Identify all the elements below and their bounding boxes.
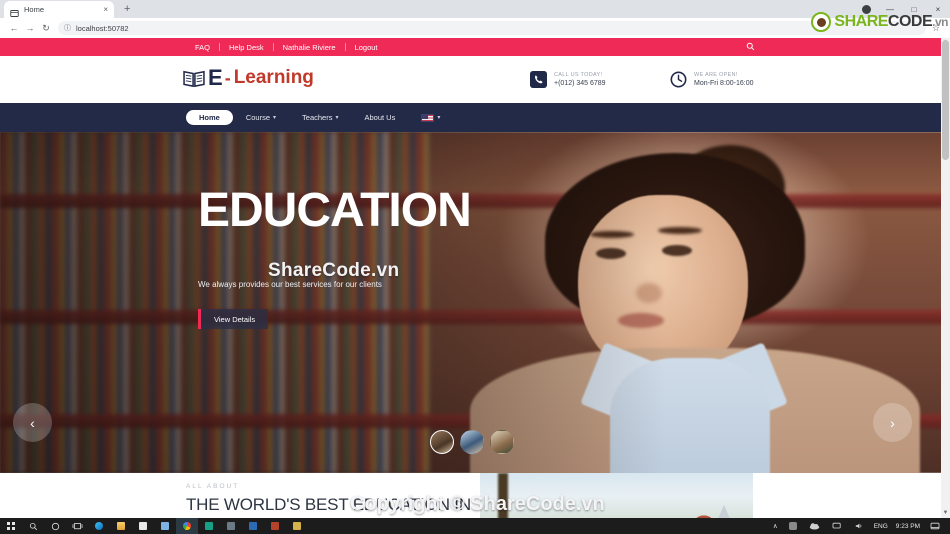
site-info-icon[interactable]: ⓘ — [64, 23, 71, 33]
settings-icon[interactable] — [220, 518, 242, 534]
slider-thumb-3[interactable] — [490, 430, 514, 454]
edge-icon[interactable] — [88, 518, 110, 534]
tab-title: Home — [24, 5, 45, 14]
site-logo[interactable]: E - Learning — [182, 65, 314, 91]
notepad-icon[interactable] — [286, 518, 308, 534]
utility-link-faq[interactable]: FAQ — [186, 43, 219, 52]
chevron-down-icon: ▾ — [437, 115, 441, 121]
hero-title: EDUCATION — [198, 184, 472, 237]
tray-chevron-icon[interactable]: ∧ — [769, 522, 782, 530]
windows-taskbar: ∧ ENG 9:23 PM — [0, 518, 950, 534]
book-icon — [182, 69, 206, 88]
new-tab-button[interactable]: + — [124, 3, 130, 15]
slider-prev-arrow[interactable]: ‹ — [13, 403, 52, 442]
slider-thumbnails — [430, 430, 514, 454]
reload-button[interactable]: ↻ — [38, 20, 54, 36]
sharecode-mark-icon — [811, 12, 832, 32]
start-button-icon[interactable] — [0, 518, 22, 534]
store-icon[interactable] — [132, 518, 154, 534]
contact-phone-value: +(012) 345 6789 — [554, 80, 606, 87]
file-explorer-icon[interactable] — [110, 518, 132, 534]
tab-close-icon[interactable]: × — [103, 5, 108, 14]
utility-link-logout[interactable]: Logout — [346, 43, 387, 52]
clock-icon — [670, 71, 687, 88]
nav-item-label: Teachers — [302, 113, 333, 122]
logo-text-learning: Learning — [233, 67, 314, 88]
back-button[interactable]: ← — [6, 20, 22, 36]
network-icon[interactable] — [826, 518, 848, 534]
watermark-copyright: Copyright © ShareCode.vn — [350, 493, 605, 515]
address-bar-url: localhost:50782 — [76, 23, 129, 33]
volume-icon[interactable] — [848, 518, 870, 534]
nav-item-home[interactable]: Home — [186, 110, 233, 125]
hero-content: EDUCATION We always provides our best se… — [198, 184, 472, 329]
notification-icon[interactable] — [924, 518, 946, 534]
slider-thumb-2[interactable] — [460, 430, 484, 454]
nav-item-label: About Us — [364, 113, 396, 122]
nav-item-course[interactable]: Course ▾ — [233, 110, 289, 125]
scroll-down-arrow-icon[interactable]: ▼ — [941, 509, 950, 518]
site-header: E - Learning CALL US TODAY! +(012) 345 6… — [0, 56, 950, 103]
browser-toolbar: ← → ↻ ⓘ localhost:50782 ☆ — [0, 18, 950, 38]
about-eyebrow: ALL ABOUT — [186, 483, 240, 490]
hero-slider: ShareCode.vn EDUCATION We always provide… — [0, 132, 950, 473]
chrome-icon[interactable] — [176, 518, 198, 534]
tab-favicon-icon — [10, 5, 19, 17]
address-bar[interactable]: ⓘ localhost:50782 — [58, 21, 926, 35]
page-scrollbar[interactable]: ▲ ▼ — [941, 38, 950, 518]
logo-dash: - — [224, 67, 231, 88]
nav-item-label: Course — [245, 113, 271, 122]
contact-phone: CALL US TODAY! +(012) 345 6789 — [530, 71, 606, 88]
browser-window: Home × + — □ × ← → ↻ ⓘ localhost:50782 ☆… — [0, 0, 950, 518]
word-icon[interactable] — [264, 518, 286, 534]
search-icon[interactable] — [22, 518, 44, 534]
main-navigation: Home Course ▾ Teachers ▾ About Us ▾ — [0, 103, 950, 132]
view-details-button[interactable]: View Details — [198, 309, 269, 329]
contact-hours: WE ARE OPEN! Mon-Fri 8:00-16:00 — [670, 71, 754, 88]
clock[interactable]: 9:23 PM — [892, 523, 924, 530]
slider-thumb-1[interactable] — [430, 430, 454, 454]
sharecode-share-text: SHARE — [834, 13, 888, 30]
task-view-icon[interactable] — [66, 518, 88, 534]
visual-studio-icon[interactable] — [198, 518, 220, 534]
language-indicator[interactable]: ENG — [870, 523, 892, 530]
chevron-down-icon: ▾ — [273, 115, 277, 121]
language-selector[interactable]: ▾ — [408, 110, 453, 125]
sharecode-logo: SHARECODE.vn — [811, 12, 948, 32]
chevron-down-icon: ▾ — [335, 115, 339, 121]
forward-button[interactable]: → — [22, 20, 38, 36]
nav-item-label: Home — [199, 113, 220, 122]
page-viewport: FAQ Help Desk Nathalie Riviere Logout E … — [0, 38, 950, 518]
sharecode-code-text: CODE — [887, 13, 933, 30]
sql-icon[interactable] — [242, 518, 264, 534]
nav-item-teachers[interactable]: Teachers ▾ — [289, 110, 351, 125]
onedrive-icon[interactable] — [782, 518, 804, 534]
watermark-sharecode: ShareCode.vn — [268, 260, 400, 281]
search-icon[interactable] — [746, 42, 755, 53]
utility-link-help-desk[interactable]: Help Desk — [220, 43, 273, 52]
utility-bar: FAQ Help Desk Nathalie Riviere Logout — [0, 38, 950, 56]
sharecode-vn-text: .vn — [932, 15, 948, 29]
contact-hours-value: Mon-Fri 8:00-16:00 — [694, 80, 754, 87]
contact-hours-label: WE ARE OPEN! — [694, 72, 738, 78]
utility-link-username[interactable]: Nathalie Riviere — [274, 43, 345, 52]
contact-phone-label: CALL US TODAY! — [554, 72, 603, 78]
tab-strip: Home × + — □ × — [0, 0, 950, 18]
hero-overlay — [0, 132, 950, 473]
cortana-icon[interactable] — [44, 518, 66, 534]
browser-tab-home[interactable]: Home × — [4, 1, 114, 18]
slider-next-arrow[interactable]: › — [873, 403, 912, 442]
cloud-icon[interactable] — [804, 518, 826, 534]
mail-icon[interactable] — [154, 518, 176, 534]
us-flag-icon — [421, 113, 435, 122]
phone-icon — [530, 71, 547, 88]
scrollbar-thumb[interactable] — [942, 40, 949, 160]
nav-item-about-us[interactable]: About Us — [352, 110, 409, 125]
logo-text-e: E — [208, 65, 223, 90]
